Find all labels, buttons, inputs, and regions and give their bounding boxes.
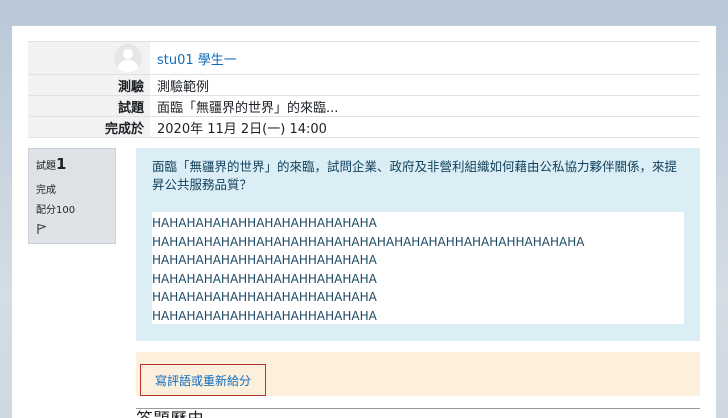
answer-line: HAHAHAHAHAHHAHAHAHHAHAHAHA	[152, 308, 377, 323]
summary-value: 測驗範例	[157, 79, 210, 95]
answer-line: HAHAHAHAHAHHAHAHAHHAHAHAHAHAHAHAHAHHAHAH…	[152, 234, 585, 249]
summary-row-question: 試題 面臨「無疆界的世界」的來臨...	[28, 96, 700, 117]
flag-icon[interactable]	[36, 223, 48, 235]
answer-line: HAHAHAHAHAHHAHAHAHHAHAHAHA	[152, 253, 377, 268]
summary-value: 面臨「無疆界的世界」的來臨...	[157, 100, 339, 116]
review-page: stu01 學生一 測驗 測驗範例 試題 面臨「無疆界的世界」的來臨... 完成…	[12, 26, 716, 418]
summary-label: 試題	[28, 96, 150, 116]
question-label: 試題	[36, 161, 56, 172]
summary-label: 測驗	[28, 75, 150, 95]
answer-box: HAHAHAHAHAHHAHAHAHHAHAHAHA HAHAHAHAHAHHA…	[152, 212, 684, 324]
answer-line: HAHAHAHAHAHHAHAHAHHAHAHAHA	[152, 271, 377, 286]
question-formulation: 面臨「無疆界的世界」的來臨，試問企業、政府及非營利組織如何藉由公私協力夥伴關係，…	[136, 148, 700, 341]
summary-value: 2020年 11月 2日(一) 14:00	[157, 121, 327, 137]
summary-row-user: stu01 學生一	[28, 42, 700, 75]
attempt-summary-table: stu01 學生一 測驗 測驗範例 試題 面臨「無疆界的世界」的來臨... 完成…	[28, 41, 700, 138]
question-number: 試題 1	[36, 155, 108, 175]
question-number-value: 1	[56, 155, 67, 173]
user-picture-cell	[28, 42, 150, 74]
avatar[interactable]	[114, 44, 142, 72]
question-text: 面臨「無疆界的世界」的來臨，試問企業、政府及非營利組織如何藉由公私協力夥伴關係，…	[152, 159, 678, 192]
user-name-link[interactable]: stu01 學生一	[157, 49, 237, 68]
comment-area: 寫評語或重新給分	[136, 352, 700, 396]
summary-label: 完成於	[28, 117, 150, 137]
summary-row-completed: 完成於 2020年 11月 2日(一) 14:00	[28, 117, 700, 138]
question-state: 完成	[36, 185, 56, 196]
make-comment-button[interactable]: 寫評語或重新給分	[140, 364, 266, 396]
question-info: 試題 1 完成 配分100	[28, 148, 116, 244]
answer-line: HAHAHAHAHAHHAHAHAHHAHAHAHA	[152, 290, 377, 305]
response-history-heading: 答題歷史	[136, 408, 700, 418]
answer-line: HAHAHAHAHAHHAHAHAHHAHAHAHA	[152, 216, 377, 230]
question-marks: 配分100	[36, 205, 76, 216]
summary-row-quiz: 測驗 測驗範例	[28, 75, 700, 96]
